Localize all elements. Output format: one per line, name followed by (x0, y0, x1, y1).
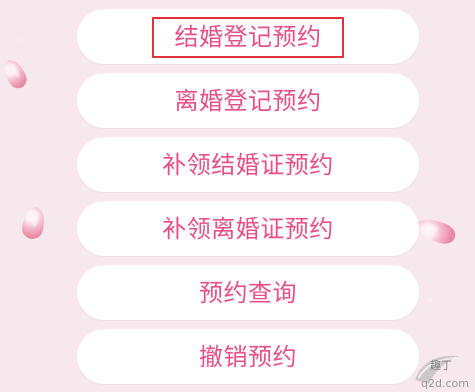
watermark-brand-text: 趣丁 (430, 358, 452, 372)
menu-item-label: 补领离婚证预约 (162, 214, 334, 243)
petal-icon (0, 56, 30, 92)
menu-item-label: 离婚登记预约 (174, 86, 322, 115)
appointment-inquiry-button[interactable]: 预约查询 (77, 265, 419, 320)
reissue-marriage-certificate-appointment-button[interactable]: 补领结婚证预约 (77, 137, 419, 192)
menu-item-label: 预约查询 (199, 278, 297, 307)
menu-item-label: 结婚登记预约 (174, 22, 322, 51)
petal-icon (20, 205, 47, 241)
reissue-divorce-certificate-appointment-button[interactable]: 补领离婚证预约 (77, 201, 419, 256)
marriage-registration-appointment-button[interactable]: 结婚登记预约 (77, 9, 419, 64)
appointment-menu: 结婚登记预约 离婚登记预约 补领结婚证预约 补领离婚证预约 预约查询 撤销预约 (77, 9, 419, 384)
cancel-appointment-button[interactable]: 撤销预约 (77, 329, 419, 384)
divorce-registration-appointment-button[interactable]: 离婚登记预约 (77, 73, 419, 128)
petal-icon (413, 214, 459, 248)
menu-item-label: 补领结婚证预约 (162, 150, 334, 179)
menu-item-label: 撤销预约 (199, 342, 297, 371)
watermark-site-text: q2d.com (421, 377, 469, 390)
